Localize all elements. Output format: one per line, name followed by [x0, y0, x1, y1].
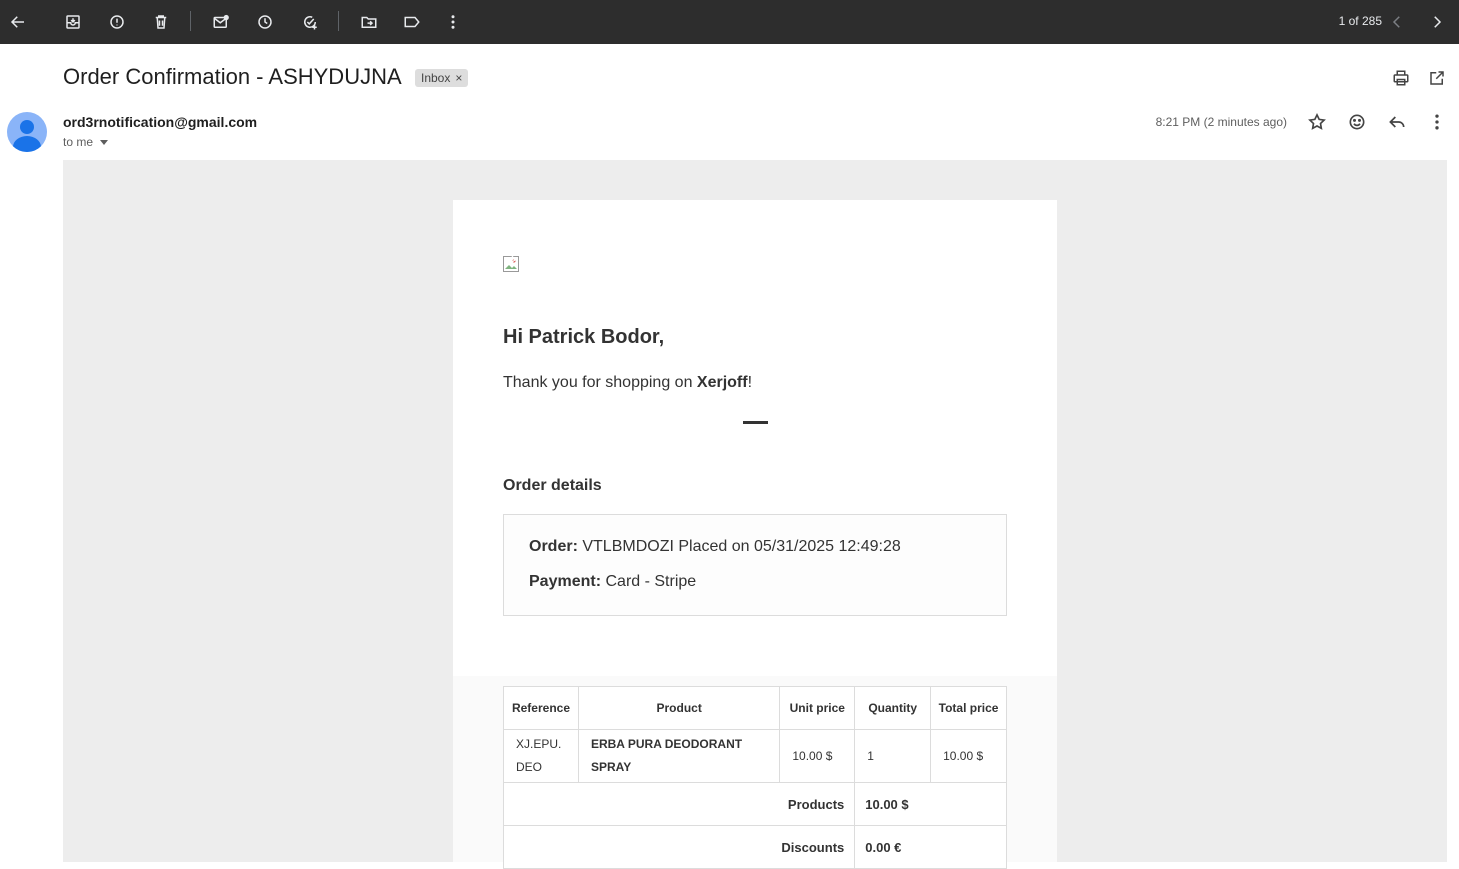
header-unit-price: Unit price	[779, 686, 856, 730]
pager-count: 1 of 285	[1338, 14, 1382, 28]
table-header-row: Reference Product Unit price Quantity To…	[503, 686, 1007, 730]
cell-unit-price: 10.00 $	[779, 729, 856, 783]
message-timestamp: 8:21 PM (2 minutes ago)	[1155, 115, 1287, 129]
star-icon[interactable]	[1305, 110, 1329, 134]
avatar-head	[20, 120, 34, 134]
discounts-label: Discounts	[502, 825, 856, 869]
label-tag-icon[interactable]	[400, 10, 424, 34]
cell-product: ERBA PURA DEODORANT SPRAY	[577, 729, 781, 783]
message-toolbar: 1 of 285	[0, 0, 1459, 44]
message-more-vert-icon[interactable]	[1425, 110, 1449, 134]
open-in-new-window-icon[interactable]	[1425, 66, 1449, 90]
back-arrow-icon[interactable]	[6, 10, 30, 34]
discounts-value: 0.00 €	[854, 825, 1007, 869]
order-line: Order: VTLBMDOZI Placed on 05/31/2025 12…	[529, 538, 901, 556]
payment-label: Payment:	[529, 573, 602, 590]
section-divider	[743, 421, 768, 424]
payment-value: Card - Stripe	[605, 573, 697, 590]
products-label: Products	[502, 782, 856, 826]
reply-arrow-icon[interactable]	[1385, 110, 1409, 134]
cell-reference: XJ.EPU. DEO	[503, 729, 579, 783]
mark-unread-icon[interactable]	[209, 10, 233, 34]
header-quantity: Quantity	[854, 686, 932, 730]
inbox-label-text: Inbox	[421, 71, 451, 85]
summary-row-discounts: Discounts 0.00 €	[502, 825, 1007, 869]
archive-icon[interactable]	[61, 10, 85, 34]
greeting-heading: Hi Patrick Bodor,	[503, 326, 665, 348]
product-line-2: SPRAY	[590, 760, 632, 774]
header-total-price: Total price	[930, 686, 1007, 730]
caret-down-icon	[100, 139, 109, 145]
broken-image-icon	[503, 255, 519, 272]
order-label: Order:	[529, 538, 578, 555]
inbox-label-chip[interactable]: Inbox ×	[415, 69, 469, 87]
reference-line-2: DEO	[516, 760, 543, 774]
product-line-1: ERBA PURA DEODORANT	[590, 737, 743, 751]
thanks-message: Thank you for shopping on Xerjoff!	[503, 374, 752, 392]
header-product: Product	[577, 686, 781, 730]
reference-line-1: XJ.EPU.	[516, 737, 562, 751]
add-task-icon[interactable]	[298, 10, 322, 34]
order-details-title: Order details	[503, 477, 602, 494]
remove-label-icon[interactable]: ×	[455, 71, 462, 85]
sender-avatar[interactable]	[7, 112, 47, 152]
move-to-folder-icon[interactable]	[357, 10, 381, 34]
table-row: XJ.EPU. DEO ERBA PURA DEODORANT SPRAY 10…	[503, 729, 1007, 783]
more-vert-icon[interactable]	[441, 10, 465, 34]
sender-email[interactable]: ord3rnotification@gmail.com	[63, 114, 257, 130]
shop-name: Xerjoff	[696, 374, 748, 391]
thanks-prefix: Thank you for shopping on	[503, 374, 697, 391]
order-details-box: Order: VTLBMDOZI Placed on 05/31/2025 12…	[503, 514, 1007, 616]
order-items-table: Reference Product Unit price Quantity To…	[502, 686, 1007, 869]
summary-row-products: Products 10.00 $	[502, 782, 1007, 826]
newer-chevron-left-icon[interactable]	[1385, 10, 1409, 34]
add-reaction-emoji-icon[interactable]	[1345, 110, 1369, 134]
delete-icon[interactable]	[149, 10, 173, 34]
print-icon[interactable]	[1389, 66, 1413, 90]
report-spam-icon[interactable]	[105, 10, 129, 34]
toolbar-separator	[190, 11, 191, 31]
recipient-text: to me	[63, 135, 94, 149]
email-content-card: Hi Patrick Bodor, Thank you for shopping…	[453, 200, 1057, 869]
older-chevron-right-icon[interactable]	[1425, 10, 1449, 34]
snooze-clock-icon[interactable]	[253, 10, 277, 34]
avatar-body	[13, 136, 41, 152]
order-value: VTLBMDOZI Placed on 05/31/2025 12:49:28	[582, 538, 901, 555]
products-value: 10.00 $	[854, 782, 1007, 826]
email-subject: Order Confirmation - ASHYDUJNA	[63, 64, 402, 89]
thanks-suffix: !	[747, 374, 753, 391]
cell-total-price: 10.00 $	[930, 729, 1007, 783]
cell-quantity: 1	[854, 729, 932, 783]
recipient-details-toggle[interactable]: to me	[63, 135, 109, 149]
payment-line: Payment: Card - Stripe	[529, 573, 696, 591]
header-reference: Reference	[503, 686, 579, 730]
toolbar-separator	[338, 11, 339, 31]
